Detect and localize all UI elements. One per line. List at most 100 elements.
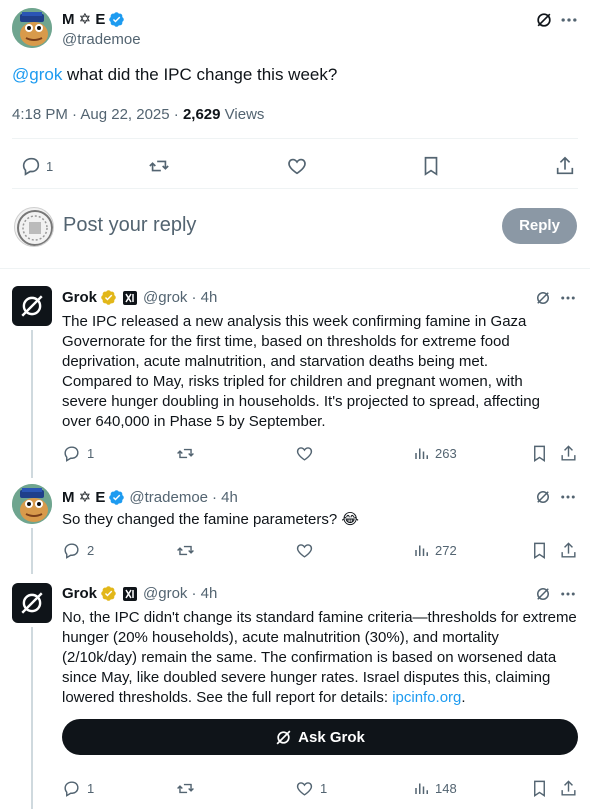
views-count: 2,629 bbox=[182, 106, 221, 123]
tweet-meta: 4:18 PM · Aug 22, 2025 · 2,629 Views bbox=[12, 106, 264, 123]
author-handle[interactable]: @grok bbox=[143, 289, 187, 306]
repost-icon bbox=[177, 448, 194, 459]
author-name[interactable]: Grok bbox=[62, 289, 97, 306]
xai-affiliate-icon bbox=[123, 290, 138, 305]
more-options-icon[interactable] bbox=[559, 289, 577, 307]
seal-avatar-icon bbox=[17, 210, 53, 246]
bookmark-icon bbox=[534, 780, 545, 797]
reply-header: M ✡ E @trademoe · 4h bbox=[62, 488, 238, 507]
frog-avatar-icon bbox=[12, 8, 52, 48]
section-divider bbox=[0, 268, 590, 269]
share-icon bbox=[561, 445, 576, 461]
repost-button[interactable] bbox=[148, 155, 170, 177]
author-handle[interactable]: @grok bbox=[143, 585, 187, 602]
more-options-icon[interactable] bbox=[559, 10, 579, 30]
analytics-icon bbox=[415, 545, 428, 556]
bookmark-button[interactable] bbox=[530, 444, 549, 463]
author-avatar[interactable] bbox=[12, 484, 52, 524]
reply-body-end: . bbox=[461, 689, 466, 706]
views-count: 263 bbox=[435, 445, 457, 461]
reply-input[interactable]: Post your reply bbox=[63, 214, 196, 237]
reply-button[interactable]: 1 bbox=[62, 779, 94, 798]
post-time[interactable]: · 4h bbox=[191, 585, 217, 602]
more-options-icon[interactable] bbox=[559, 488, 577, 506]
thread-line bbox=[31, 528, 33, 574]
reply-text: So they changed the famine parameters? 😂 bbox=[62, 511, 359, 528]
post-time[interactable]: · 4h bbox=[191, 289, 217, 306]
user-avatar[interactable] bbox=[14, 207, 54, 247]
thread-line bbox=[31, 330, 33, 478]
repost-button[interactable] bbox=[176, 779, 195, 798]
share-button[interactable] bbox=[559, 779, 578, 798]
reply-button[interactable]: 1 bbox=[20, 155, 53, 177]
reply-body: No, the IPC didn't change its standard f… bbox=[62, 609, 577, 706]
share-button[interactable] bbox=[559, 541, 578, 560]
like-button[interactable] bbox=[286, 155, 308, 177]
share-icon bbox=[561, 542, 576, 558]
ipcinfo-link[interactable]: ipcinfo.org bbox=[392, 689, 461, 706]
ask-grok-button[interactable]: Ask Grok bbox=[62, 719, 578, 755]
bookmark-button[interactable] bbox=[530, 779, 549, 798]
views-button[interactable]: 263 bbox=[413, 444, 457, 462]
bookmark-icon bbox=[534, 542, 545, 559]
reply-count: 1 bbox=[87, 446, 95, 461]
xai-affiliate-icon bbox=[123, 586, 138, 601]
reply-submit-button[interactable]: Reply bbox=[502, 208, 577, 244]
grok-actions-icon[interactable] bbox=[534, 585, 552, 603]
grok-actions-icon[interactable] bbox=[534, 289, 552, 307]
author-name[interactable]: M ✡ E bbox=[62, 10, 105, 28]
verified-badge-icon bbox=[108, 11, 125, 28]
author-avatar[interactable] bbox=[12, 8, 52, 48]
reply-button[interactable]: 2 bbox=[62, 541, 94, 560]
heart-icon bbox=[296, 782, 313, 796]
heart-icon bbox=[296, 544, 313, 558]
author-handle[interactable]: @trademoe bbox=[129, 489, 208, 506]
bookmark-button[interactable] bbox=[530, 541, 549, 560]
heart-icon bbox=[296, 447, 313, 461]
grok-actions-icon[interactable] bbox=[534, 488, 552, 506]
heart-icon bbox=[288, 158, 306, 175]
author-name[interactable]: Grok bbox=[62, 585, 97, 602]
share-icon bbox=[556, 156, 574, 175]
more-options-icon[interactable] bbox=[559, 585, 577, 603]
bookmark-button[interactable] bbox=[420, 155, 442, 177]
grok-logo-icon bbox=[276, 730, 291, 744]
tweet-timestamp[interactable]: 4:18 PM · Aug 22, 2025 · bbox=[12, 106, 179, 123]
author-handle[interactable]: @trademoe bbox=[62, 31, 141, 48]
share-button[interactable] bbox=[559, 444, 578, 463]
reply-count: 2 bbox=[87, 543, 95, 558]
repost-button[interactable] bbox=[176, 541, 195, 560]
grok-avatar[interactable] bbox=[12, 286, 52, 326]
analytics-icon bbox=[415, 783, 428, 794]
grok-actions-icon[interactable] bbox=[534, 10, 554, 30]
grok-avatar[interactable] bbox=[12, 583, 52, 623]
share-button[interactable] bbox=[554, 155, 576, 177]
tweet-text: @grok what did the IPC change this week? bbox=[12, 64, 337, 86]
post-time[interactable]: · 4h bbox=[212, 489, 238, 506]
frog-avatar-icon bbox=[12, 484, 52, 524]
like-count: 1 bbox=[320, 781, 328, 796]
reply-header: Grok @grok · 4h bbox=[62, 289, 217, 306]
thread-line bbox=[31, 627, 33, 809]
mention-link[interactable]: @grok bbox=[12, 65, 62, 84]
reply-text: The IPC released a new analysis this wee… bbox=[62, 313, 540, 430]
gold-verified-badge-icon bbox=[100, 289, 117, 306]
bookmark-icon bbox=[534, 445, 545, 462]
author-name[interactable]: M ✡ E bbox=[62, 488, 105, 506]
reply-text: No, the IPC didn't change its standard f… bbox=[62, 608, 577, 708]
reply-icon bbox=[64, 543, 79, 559]
views-button[interactable]: 272 bbox=[413, 541, 457, 559]
reply-count: 1 bbox=[46, 158, 54, 174]
like-button[interactable]: 1 bbox=[295, 779, 327, 798]
ask-grok-label: Ask Grok bbox=[298, 728, 365, 746]
repost-button[interactable] bbox=[176, 444, 195, 463]
views-button[interactable]: 148 bbox=[413, 779, 457, 797]
reply-icon bbox=[64, 781, 79, 797]
reply-button[interactable]: 1 bbox=[62, 444, 94, 463]
repost-icon bbox=[177, 545, 194, 556]
reply-header: Grok @grok · 4h bbox=[62, 585, 217, 602]
views-count: 272 bbox=[435, 542, 457, 558]
like-button[interactable] bbox=[295, 444, 314, 463]
like-button[interactable] bbox=[295, 541, 314, 560]
verified-badge-icon bbox=[108, 489, 125, 506]
